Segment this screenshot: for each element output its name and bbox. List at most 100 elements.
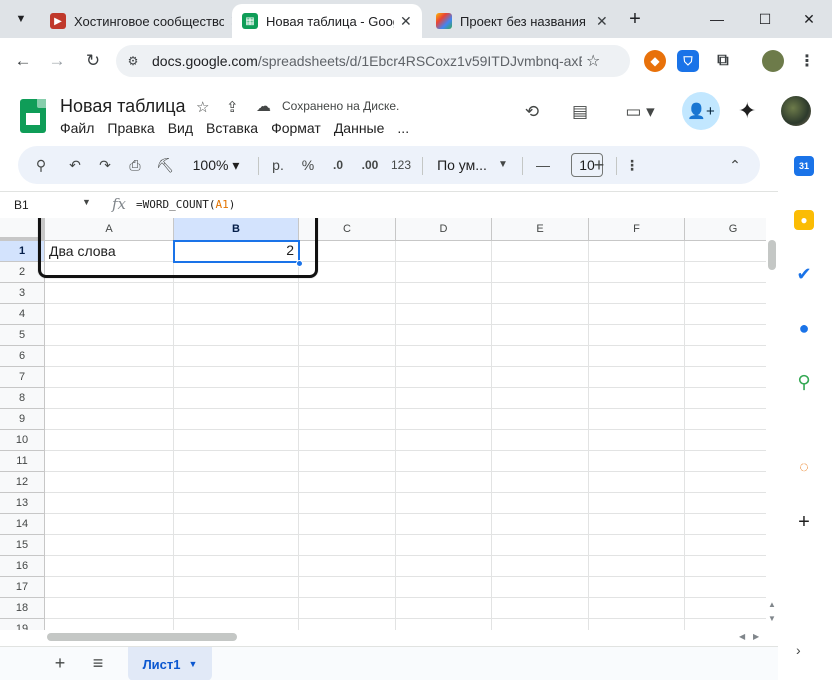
close-tab-icon[interactable]: ✕ [400,13,412,30]
grid-cell[interactable] [589,619,685,630]
horizontal-scroll-thumb[interactable] [47,633,237,641]
grid-cell[interactable] [685,304,766,325]
row-header-14[interactable]: 14 [0,514,45,535]
grid-cell[interactable] [174,577,299,598]
grid-cell[interactable] [589,451,685,472]
grid-cell[interactable] [685,388,766,409]
grid-cell[interactable] [174,325,299,346]
url-text[interactable]: docs.google.com/spreadsheets/d/1Ebcr4RSC… [152,53,582,69]
vertical-scrollbar[interactable]: ▲ ▼ [766,218,778,646]
keep-icon[interactable]: ● [794,210,814,230]
paint-format-icon[interactable]: ⛏ [154,146,176,184]
grid-cell[interactable] [589,304,685,325]
grid-cell[interactable] [685,556,766,577]
grid-cell[interactable] [685,619,766,630]
increase-decimal-button[interactable]: .00 [356,146,384,184]
row-header-4[interactable]: 4 [0,304,45,325]
cell-a1[interactable]: Два слова [45,241,174,262]
account-avatar[interactable] [781,96,811,126]
column-header-f[interactable]: F [589,218,685,241]
grid-cell[interactable] [396,346,492,367]
meet-video-icon[interactable]: ▭ ▾ [620,100,660,124]
grid-cell[interactable] [45,556,174,577]
column-header-e[interactable]: E [492,218,589,241]
grid-cell[interactable] [396,367,492,388]
grid-cell[interactable] [492,409,589,430]
scroll-left-arrow-icon[interactable]: ◀ [739,632,745,641]
row-header-10[interactable]: 10 [0,430,45,451]
grid-cell[interactable] [299,304,396,325]
grid-cell[interactable] [685,535,766,556]
grid-cell[interactable] [589,535,685,556]
grid-cell[interactable] [299,388,396,409]
print-icon[interactable]: ⎙ [124,146,146,184]
grid-cell[interactable] [396,619,492,630]
menu-data[interactable]: Данные [334,120,385,136]
grid-cell[interactable] [396,472,492,493]
grid-cell[interactable] [396,241,492,262]
redo-icon[interactable]: ↷ [94,146,116,184]
grid-cell[interactable] [45,325,174,346]
reload-icon[interactable]: ↻ [80,48,106,74]
grid-cell[interactable] [685,283,766,304]
sheets-logo-icon[interactable] [20,99,46,133]
move-folder-icon[interactable]: ⇪ [226,98,239,116]
grid-cell[interactable] [174,430,299,451]
grid-cell[interactable] [45,493,174,514]
scroll-up-arrow-icon[interactable]: ▲ [768,600,776,609]
row-header-1[interactable]: 1 [0,241,45,262]
address-bar[interactable]: ⚙ docs.google.com/spreadsheets/d/1Ebcr4R… [116,45,630,77]
grid-cell[interactable] [685,493,766,514]
row-header-15[interactable]: 15 [0,535,45,556]
calendar-icon[interactable]: 31 [794,156,814,176]
search-menus-icon[interactable]: ⚲ [30,146,52,184]
grid-cell[interactable] [396,577,492,598]
grid-cell[interactable] [492,577,589,598]
grid-cell[interactable] [174,535,299,556]
grid-cell[interactable] [299,493,396,514]
grid-cell[interactable] [174,514,299,535]
grid-cell[interactable] [45,472,174,493]
grid-cell[interactable] [589,346,685,367]
grid-cell[interactable] [685,598,766,619]
grid-cell[interactable] [396,451,492,472]
grid-cell[interactable] [492,325,589,346]
gemini-sparkle-icon[interactable]: ✦ [738,98,756,124]
grid-cell[interactable] [174,367,299,388]
grid-cell[interactable] [299,535,396,556]
column-header-g[interactable]: G [685,218,766,241]
tasks-icon[interactable]: ✔ [794,264,814,284]
grid-cell[interactable] [45,619,174,630]
grid-cell[interactable] [299,619,396,630]
grid-cell[interactable] [174,472,299,493]
grid-cell[interactable] [589,409,685,430]
grid-cell[interactable] [299,409,396,430]
menu-edit[interactable]: Правка [107,120,154,136]
row-header-8[interactable]: 8 [0,388,45,409]
star-icon[interactable]: ☆ [196,98,209,116]
site-info-icon[interactable]: ⚙ [122,50,144,72]
grid-cell[interactable] [589,283,685,304]
increase-font-size-button[interactable]: + [590,146,608,184]
grid-cell[interactable] [685,409,766,430]
grid-cell[interactable] [492,430,589,451]
row-header-9[interactable]: 9 [0,409,45,430]
row-header-16[interactable]: 16 [0,556,45,577]
grid-cell[interactable] [589,577,685,598]
grid-cell[interactable] [299,283,396,304]
grid-cell[interactable] [492,535,589,556]
grid-cell[interactable] [45,451,174,472]
grid-cell[interactable] [45,283,174,304]
grid-cell[interactable] [685,577,766,598]
column-header-c[interactable]: C [299,218,396,241]
tab-search-icon[interactable]: ▼ [10,8,32,30]
maximize-button[interactable]: ☐ [742,6,788,32]
grid-cell[interactable] [589,598,685,619]
grid-cell[interactable] [174,304,299,325]
grid-cell[interactable] [685,472,766,493]
all-sheets-menu-icon[interactable]: ≡ [87,653,109,674]
grid-cell[interactable] [492,283,589,304]
grid-cell[interactable] [589,367,685,388]
grid-cell[interactable] [492,472,589,493]
grid-cell[interactable] [299,346,396,367]
